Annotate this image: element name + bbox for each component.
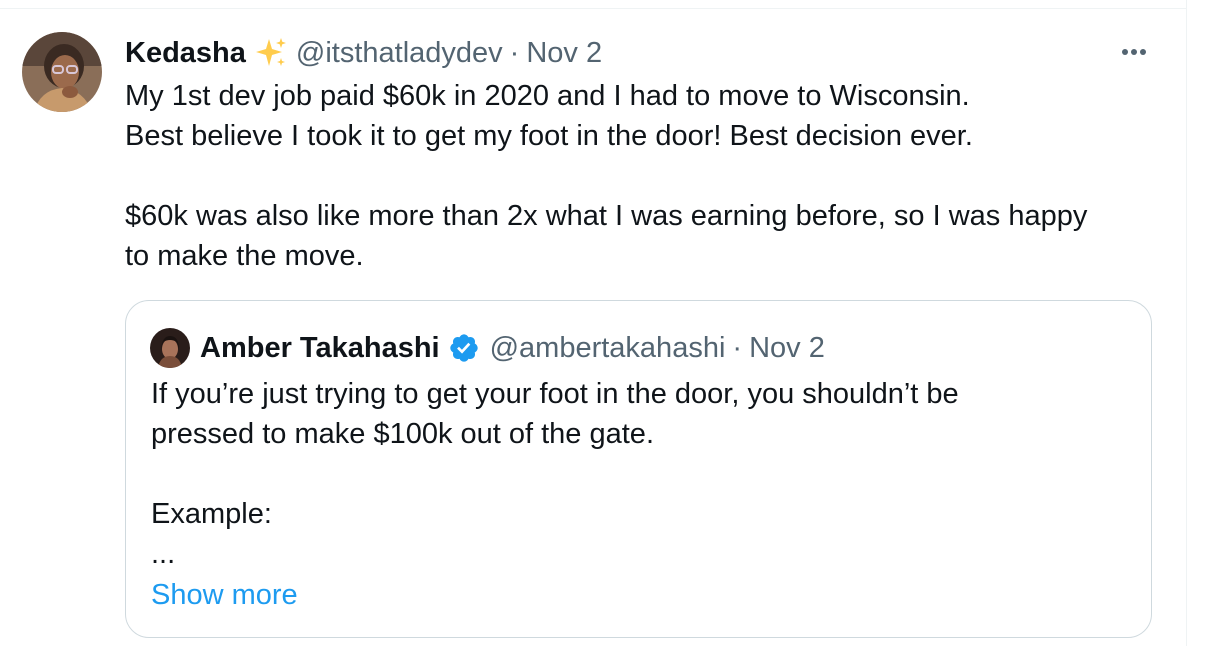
avatar-image xyxy=(22,32,102,112)
show-more-link[interactable]: Show more xyxy=(151,575,298,615)
top-divider xyxy=(0,0,1186,9)
more-horizontal-icon xyxy=(1122,49,1146,55)
quote-author-name[interactable]: Amber Takahashi xyxy=(200,328,440,368)
tweet-date[interactable]: Nov 2 xyxy=(526,33,602,73)
quote-text-line: If you’re just trying to get your foot i… xyxy=(151,378,959,410)
right-divider xyxy=(1186,0,1187,646)
quote-author-avatar[interactable] xyxy=(150,328,190,368)
more-options-button[interactable] xyxy=(1112,34,1156,70)
tweet-text-line: to make the move. xyxy=(125,240,364,272)
quote-text-line: pressed to make $100k out of the gate. xyxy=(151,418,654,450)
author-avatar[interactable] xyxy=(22,32,102,112)
quote-author-handle[interactable]: @ambertakahashi xyxy=(490,328,726,368)
quote-avatar-image xyxy=(150,328,190,368)
quote-text-line: ... xyxy=(151,538,176,570)
header-separator: · xyxy=(509,37,520,69)
quoted-tweet-card[interactable]: Amber Takahashi @ambertakahashi · Nov 2 … xyxy=(125,300,1152,638)
author-name[interactable]: Kedasha xyxy=(125,33,246,73)
quote-date[interactable]: Nov 2 xyxy=(749,328,825,368)
quote-text-line: Example: xyxy=(151,498,272,530)
tweet-text-line: My 1st dev job paid $60k in 2020 and I h… xyxy=(125,80,970,112)
sparkles-icon xyxy=(254,36,288,70)
quote-text: If you’re just trying to get your foot i… xyxy=(151,374,1131,574)
tweet-text-line: Best believe I took it to get my foot in… xyxy=(125,120,973,152)
verified-badge-icon xyxy=(448,332,480,364)
quote-header-separator: · xyxy=(732,332,743,364)
tweet-header: Kedasha @itsthatladydev · Nov 2 xyxy=(125,33,602,73)
tweet-view: Kedasha @itsthatladydev · Nov 2 My 1st d… xyxy=(0,0,1230,646)
author-handle[interactable]: @itsthatladydev xyxy=(296,33,503,73)
tweet-text-line: $60k was also like more than 2x what I w… xyxy=(125,200,1088,232)
tweet-text: My 1st dev job paid $60k in 2020 and I h… xyxy=(125,76,1165,276)
quote-header: Amber Takahashi @ambertakahashi · Nov 2 xyxy=(200,328,825,368)
